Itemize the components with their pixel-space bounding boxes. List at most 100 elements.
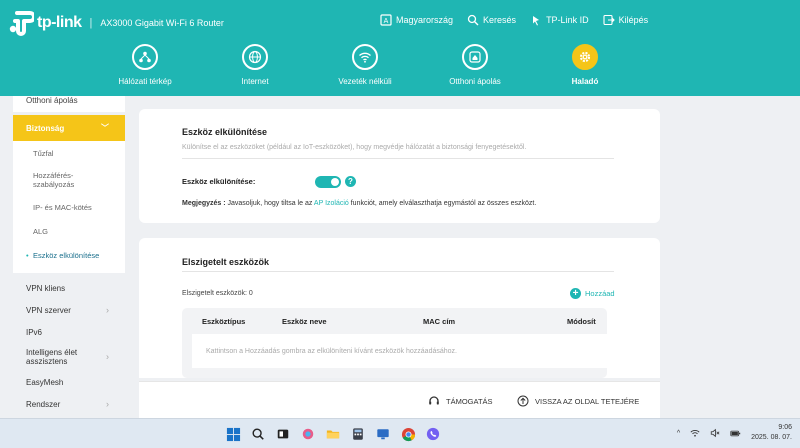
top-header: tp-link | AX3000 Gigabit Wi-Fi 6 Router …: [0, 0, 800, 96]
router-model: AX3000 Gigabit Wi-Fi 6 Router: [100, 18, 224, 28]
windows-taskbar: ^ 9:06 2025. 08. 07.: [0, 418, 800, 448]
search-icon: [467, 14, 479, 26]
support-label: TÁMOGATÁS: [446, 396, 493, 406]
column-device-name: Eszköz neve: [282, 317, 327, 326]
tp-link-id-link[interactable]: TP-Link ID: [530, 14, 589, 26]
chevron-right-icon: ›: [106, 351, 109, 362]
table-empty-message: Kattintson a Hozzáadás gombra az elkülön…: [192, 334, 607, 368]
tp-link-id-label: TP-Link ID: [546, 15, 589, 25]
isolated-devices-table: Eszköztípus Eszköz neve MAC cím Módosít …: [182, 308, 607, 378]
sidebar-item-alg[interactable]: ALG: [13, 219, 125, 243]
taskbar-search-icon[interactable]: [249, 425, 267, 443]
home-care-icon: [469, 51, 481, 63]
windows-start-icon[interactable]: [224, 425, 242, 443]
sidebar-item-label: Tűzfal: [33, 148, 54, 158]
headset-icon: [429, 396, 439, 405]
plus-icon: +: [570, 288, 581, 299]
logout-label: Kilépés: [618, 15, 649, 25]
support-link[interactable]: TÁMOGATÁS: [428, 395, 493, 407]
ap-isolation-link[interactable]: AP Izoláció: [314, 200, 349, 207]
tab-home-care[interactable]: Otthoni ápolás: [420, 44, 530, 86]
file-explorer-icon[interactable]: [324, 425, 342, 443]
volume-muted-icon[interactable]: [710, 428, 720, 438]
device-isolation-title: Eszköz elkülönítése: [182, 127, 268, 137]
battery-icon[interactable]: [730, 429, 741, 438]
sidebar-item-access-control[interactable]: Hozzáférés-szabályozás: [13, 165, 125, 195]
language-selector[interactable]: A Magyarország: [380, 14, 453, 26]
calculator-icon[interactable]: [349, 425, 367, 443]
search-link[interactable]: Keresés: [467, 14, 516, 26]
add-device-label: Hozzáad: [585, 289, 615, 298]
sidebar-item-ipv6[interactable]: IPv6: [13, 321, 125, 343]
sidebar-item-firewall[interactable]: Tűzfal: [13, 141, 125, 165]
tab-home-care-label: Otthoni ápolás: [449, 77, 501, 86]
sidebar-item-label: EasyMesh: [26, 377, 64, 387]
chrome-icon[interactable]: [399, 425, 417, 443]
isolated-devices-title: Elszigetelt eszközök: [182, 257, 270, 267]
sidebar: Otthoni ápolás Biztonság ﹀ Tűzfal Hozzáf…: [13, 96, 125, 418]
viber-icon[interactable]: [424, 425, 442, 443]
tray-expand-icon[interactable]: ^: [677, 430, 680, 437]
note-prefix: Megjegyzés :: [182, 200, 226, 207]
tab-advanced[interactable]: Haladó: [530, 44, 640, 86]
tab-advanced-label: Haladó: [571, 77, 599, 86]
isolated-devices-card: Elszigetelt eszközök Elszigetelt eszközö…: [139, 238, 660, 378]
sidebar-item-label: VPN kliens: [26, 283, 66, 293]
remote-desktop-icon[interactable]: [374, 425, 392, 443]
sidebar-item-label: Biztonság: [26, 123, 65, 133]
chevron-right-icon: ›: [106, 305, 109, 315]
sidebar-item-device-isolation[interactable]: Eszköz elkülönítése: [13, 243, 125, 267]
sidebar-expanded-group: Otthoni ápolás Biztonság ﹀ Tűzfal Hozzáf…: [13, 96, 125, 273]
sidebar-item-label: Rendszer: [26, 399, 61, 409]
sidebar-item-security[interactable]: Biztonság ﹀: [13, 115, 125, 141]
brand-separator: |: [89, 17, 93, 29]
sidebar-item-label: IPv6: [26, 327, 43, 337]
sidebar-item-label: Otthoni ápolás: [26, 96, 78, 105]
language-icon: A: [380, 14, 392, 26]
gear-icon: [579, 51, 591, 63]
help-icon[interactable]: ?: [345, 176, 356, 187]
sidebar-item-label: Eszköz elkülönítése: [33, 250, 100, 260]
isolation-toggle[interactable]: [315, 176, 341, 188]
page-footer: TÁMOGATÁS VISSZA AZ OLDAL TETEJÉRE: [139, 381, 660, 418]
isolated-devices-count: Elszigetelt eszközök: 0: [182, 290, 253, 297]
column-mac-address: MAC cím: [423, 317, 456, 326]
system-tray: ^ 9:06 2025. 08. 07.: [677, 423, 792, 443]
tab-internet[interactable]: Internet: [200, 44, 310, 86]
chevron-right-icon: ›: [106, 399, 109, 409]
task-view-icon[interactable]: [274, 425, 292, 443]
empty-message-text: Kattintson a Hozzáadás gombra az elkülön…: [206, 347, 457, 355]
divider: [182, 158, 614, 159]
wifi-icon: [359, 52, 371, 63]
back-to-top-link[interactable]: VISSZA AZ OLDAL TETEJÉRE: [517, 395, 639, 407]
sidebar-item-home-care[interactable]: Otthoni ápolás: [13, 96, 125, 112]
taskbar-clock[interactable]: 9:06 2025. 08. 07.: [751, 423, 792, 443]
user-id-icon: [533, 16, 540, 26]
sidebar-item-smart-life[interactable]: Intelligens élet asszisztens ›: [13, 343, 125, 371]
sidebar-item-vpn-client[interactable]: VPN kliens: [13, 277, 125, 299]
isolation-note: Megjegyzés : Javasoljuk, hogy tiltsa le …: [182, 200, 536, 207]
network-map-icon: [139, 51, 151, 63]
tab-network-map-label: Hálózati térkép: [118, 77, 172, 86]
widgets-icon[interactable]: [299, 425, 317, 443]
tab-wireless[interactable]: Vezeték nélküli: [310, 44, 420, 86]
globe-icon: [248, 50, 262, 64]
divider: [182, 271, 614, 272]
sidebar-item-vpn-server[interactable]: VPN szerver ›: [13, 299, 125, 321]
tab-network-map[interactable]: Hálózati térkép: [90, 44, 200, 86]
tp-link-logo[interactable]: tp-link | AX3000 Gigabit Wi-Fi 6 Router: [8, 10, 224, 36]
wifi-status-icon[interactable]: [690, 428, 700, 438]
chevron-down-icon: ﹀: [101, 123, 109, 133]
sidebar-item-ip-mac-binding[interactable]: IP- és MAC-kötés: [13, 195, 125, 219]
sidebar-item-label: Intelligens élet asszisztens: [26, 348, 78, 366]
logout-link[interactable]: Kilépés: [603, 14, 649, 26]
add-device-button[interactable]: + Hozzáad: [570, 288, 615, 299]
sidebar-item-easymesh[interactable]: EasyMesh: [13, 371, 125, 393]
svg-text:A: A: [384, 18, 389, 25]
sidebar-item-system[interactable]: Rendszer ›: [13, 393, 125, 415]
language-label: Magyarország: [396, 15, 454, 25]
device-isolation-card: Eszköz elkülönítése Különítse el az eszk…: [139, 109, 660, 223]
column-modify: Módosít: [567, 317, 596, 326]
back-to-top-label: VISSZA AZ OLDAL TETEJÉRE: [535, 396, 640, 406]
note-text-after: funkciót, amely elválaszthatja egymástól…: [348, 200, 537, 207]
